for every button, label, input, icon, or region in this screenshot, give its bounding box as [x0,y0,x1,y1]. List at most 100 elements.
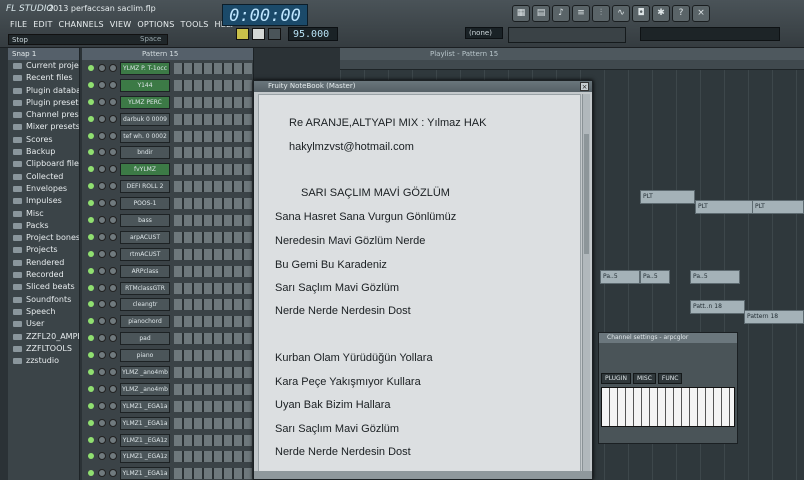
pan-knob[interactable] [98,80,106,89]
pan-knob[interactable] [98,418,106,427]
channel-button[interactable]: YLMZ1 _EGA1z [120,433,170,447]
volume-knob[interactable] [109,182,117,191]
pan-knob[interactable] [98,334,106,343]
channel-button[interactable]: Y144 [120,78,170,92]
tab-plugin[interactable]: PLUGIN [601,373,631,384]
pan-knob[interactable] [98,266,106,275]
channel-button[interactable]: rtmACUST [120,247,170,261]
step-sequencer[interactable] [174,333,252,345]
channel-button[interactable]: bass [120,214,170,228]
playlist-clip[interactable]: PLT [695,200,755,214]
channel-button[interactable]: tef wh. 0 0002 [120,129,170,143]
pan-knob[interactable] [98,452,106,461]
browser-item[interactable]: Recorded [8,269,79,281]
volume-knob[interactable] [109,216,117,225]
step-sequencer[interactable] [174,63,252,74]
step-sequencer[interactable] [174,400,252,412]
step-sequencer[interactable] [174,282,252,294]
step-sequencer[interactable] [174,231,252,243]
step-sequencer[interactable] [174,451,252,463]
pan-knob[interactable] [98,165,106,174]
volume-knob[interactable] [109,114,117,123]
step-sequencer[interactable] [174,265,252,277]
step-sequencer[interactable] [174,147,252,159]
mixer-view-icon[interactable]: ⫶ [592,5,610,22]
channel-button[interactable]: POOS-1 [120,197,170,211]
play-button[interactable] [236,28,249,40]
volume-knob[interactable] [109,351,117,360]
volume-knob[interactable] [109,80,117,89]
browser-item[interactable]: ZZFL20_AMPLE [8,331,79,343]
volume-knob[interactable] [109,452,117,461]
pan-knob[interactable] [98,249,106,258]
channel-button[interactable]: YLMZ1 _EGA1a [120,399,170,413]
volume-knob[interactable] [109,368,117,377]
playlist-view-icon[interactable]: ▦ [512,5,530,22]
stop-button[interactable] [252,28,265,40]
browser-item[interactable]: Envelopes [8,183,79,195]
volume-knob[interactable] [109,401,117,410]
browser-item[interactable]: Sliced beats [8,281,79,293]
volume-knob[interactable] [109,199,117,208]
channel-led-icon[interactable] [88,233,94,240]
tab-func[interactable]: FUNC [657,373,683,384]
browser-item[interactable]: Clipboard files [8,158,79,170]
step-sequencer[interactable] [174,248,252,260]
step-sequencer[interactable] [174,383,252,395]
browser-item[interactable]: Recent files [8,72,79,84]
volume-knob[interactable] [109,249,117,258]
playlist-ruler[interactable] [340,60,804,70]
step-sequencer[interactable] [174,367,252,379]
step-sequencer[interactable] [174,79,252,91]
channel-button[interactable]: YLMZ1 _EGA1a [120,416,170,430]
playlist-clip[interactable]: PLT [752,200,804,214]
disk-icon[interactable]: ◘ [632,5,650,22]
channel-led-icon[interactable] [88,453,94,460]
step-sequencer[interactable] [174,181,252,193]
browser-item[interactable]: Project bones [8,232,79,244]
playlist-clip[interactable]: Patt..n 18 [690,300,745,314]
volume-knob[interactable] [109,232,117,241]
playlist-clip[interactable]: Pattern 18 [744,310,804,324]
pan-knob[interactable] [98,199,106,208]
playlist-clip[interactable]: PLT [640,190,695,204]
close-icon[interactable]: × [580,82,589,91]
channel-led-icon[interactable] [88,284,94,291]
channel-button[interactable]: bndir [120,146,170,160]
browser-item[interactable]: Channel presets [8,109,79,121]
pan-knob[interactable] [98,114,106,123]
volume-knob[interactable] [109,334,117,343]
pan-knob[interactable] [98,469,106,478]
piano-keyboard[interactable] [601,387,735,427]
record-button[interactable] [268,28,281,40]
piano-roll-view-icon[interactable]: ♪ [552,5,570,22]
volume-knob[interactable] [109,283,117,292]
channel-button[interactable]: YLMZ1 _EGA1a [120,467,170,480]
browser-item[interactable]: Plugin presets [8,97,79,109]
step-sequencer[interactable] [174,96,252,108]
tempo-display[interactable]: 95.000 [288,27,338,41]
step-sequencer[interactable] [174,417,252,429]
channel-led-icon[interactable] [88,149,94,156]
channel-button[interactable]: YLMZ P. T-1occ [120,62,170,75]
scrollbar-thumb[interactable] [584,134,589,254]
channel-button[interactable]: pianochord [120,315,170,329]
channel-led-icon[interactable] [88,250,94,257]
browser-item[interactable]: Speech [8,306,79,318]
channel-led-icon[interactable] [88,402,94,409]
channel-led-icon[interactable] [88,436,94,443]
browser-item[interactable]: User [8,318,79,330]
pan-knob[interactable] [98,435,106,444]
volume-knob[interactable] [109,148,117,157]
pan-knob[interactable] [98,401,106,410]
pan-knob[interactable] [98,300,106,309]
volume-knob[interactable] [109,131,117,140]
channel-button[interactable]: arpACUST [120,230,170,244]
browser-item[interactable]: Mixer presets [8,121,79,133]
browser-item[interactable]: Collected [8,171,79,183]
step-sequencer[interactable] [174,350,252,362]
channel-button[interactable]: ARPclass [120,264,170,278]
pan-knob[interactable] [98,148,106,157]
channel-led-icon[interactable] [88,470,94,477]
channel-button[interactable]: RTMclassGTR [120,281,170,295]
